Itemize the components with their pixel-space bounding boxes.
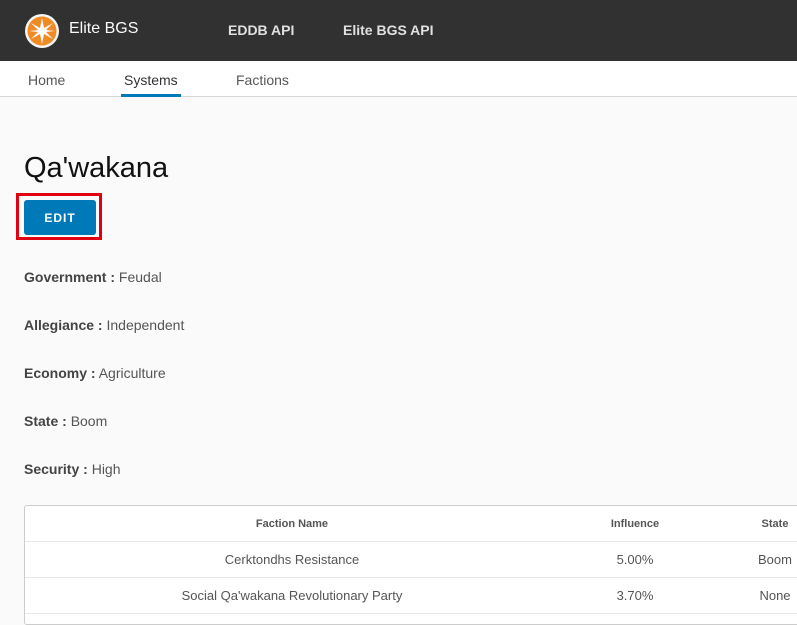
government-value: Feudal xyxy=(118,269,162,285)
allegiance-value: Independent xyxy=(106,317,185,333)
security-value: High xyxy=(91,461,121,477)
tab-systems[interactable]: Systems xyxy=(121,72,181,97)
top-header: Elite BGS EDDB API Elite BGS API xyxy=(0,0,797,61)
state-cell: Boom xyxy=(758,552,792,567)
elite-bgs-api-link[interactable]: Elite BGS API xyxy=(343,22,434,38)
allegiance-attribute: Allegiance : Independent xyxy=(24,317,184,333)
security-attribute: Security : High xyxy=(24,461,121,477)
economy-value: Agriculture xyxy=(98,365,166,381)
faction-name-cell: Cerktondhs Resistance xyxy=(224,552,360,567)
table-header-row: Faction Name Influence State xyxy=(25,506,797,542)
factions-table: Faction Name Influence State Cerktondhs … xyxy=(24,505,797,625)
table-row[interactable]: Cerktondhs Resistance 5.00% Boom xyxy=(25,542,797,578)
column-header-influence[interactable]: Influence xyxy=(585,506,685,542)
state-value: Boom xyxy=(70,413,108,429)
column-header-state[interactable]: State xyxy=(725,506,797,542)
tab-home[interactable]: Home xyxy=(28,72,65,97)
influence-cell: 5.00% xyxy=(616,552,654,567)
column-header-faction-name[interactable]: Faction Name xyxy=(25,506,559,542)
faction-name-cell: Social Qa'wakana Revolutionary Party xyxy=(181,588,403,603)
state-attribute: State : Boom xyxy=(24,413,107,429)
allegiance-label: Allegiance : xyxy=(24,317,103,333)
system-title: Qa'wakana xyxy=(24,152,169,184)
tab-factions[interactable]: Factions xyxy=(236,72,289,97)
security-label: Security : xyxy=(24,461,88,477)
economy-attribute: Economy : Agriculture xyxy=(24,365,166,381)
state-cell: None xyxy=(759,588,791,603)
eddb-api-link[interactable]: EDDB API xyxy=(228,22,294,38)
government-label: Government : xyxy=(24,269,116,285)
economy-label: Economy : xyxy=(24,365,96,381)
sub-navigation: Home Systems Factions xyxy=(0,61,797,97)
influence-cell: 3.70% xyxy=(616,588,654,603)
table-row[interactable]: Social Qa'wakana Revolutionary Party 3.7… xyxy=(25,578,797,614)
state-label: State : xyxy=(24,413,67,429)
elite-bgs-logo-icon[interactable] xyxy=(24,13,60,49)
brand-title[interactable]: Elite BGS xyxy=(69,20,138,38)
edit-button[interactable]: EDIT xyxy=(24,200,96,235)
government-attribute: Government : Feudal xyxy=(24,269,162,285)
